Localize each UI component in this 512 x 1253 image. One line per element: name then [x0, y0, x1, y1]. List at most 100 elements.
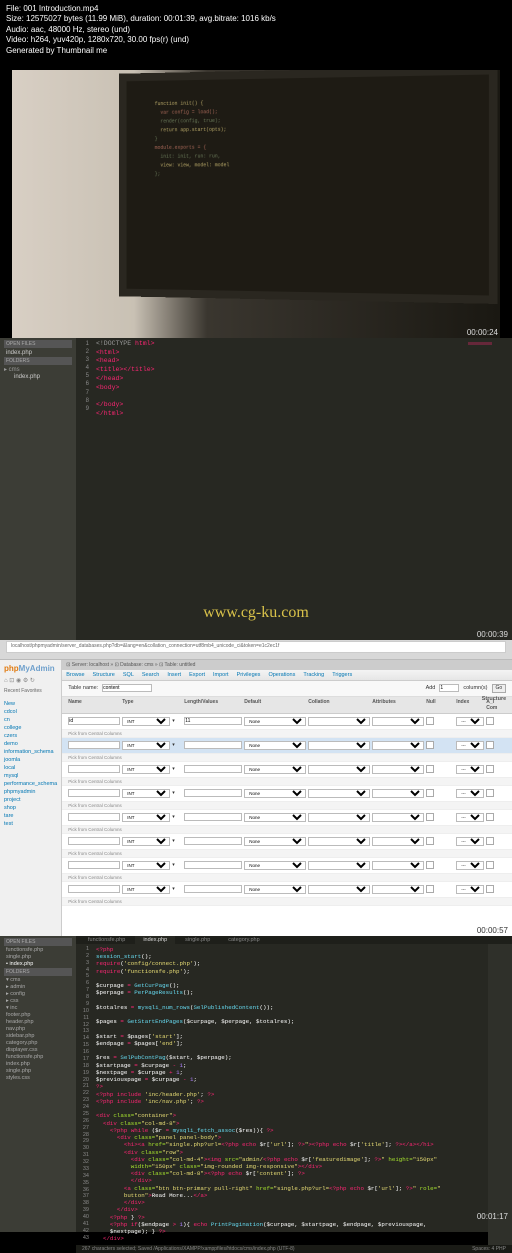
- folders-section: FOLDERS: [4, 357, 72, 365]
- breadcrumb[interactable]: ⊡ Server: localhost » ⊡ Database: cms » …: [62, 660, 512, 670]
- file-item[interactable]: styles.css: [4, 1075, 72, 1082]
- audio-line: Audio: aac, 48000 Hz, stereo (und): [6, 25, 506, 35]
- tab-structure[interactable]: Structure: [93, 672, 115, 678]
- tab-privileges[interactable]: Privileges: [237, 672, 261, 678]
- file-item[interactable]: functionsfe.php: [4, 1054, 72, 1061]
- editor-sidebar[interactable]: OPEN FILES functionsfe.php single.php • …: [0, 936, 76, 1232]
- struct-header: Name Type Length/Values Default Collatio…: [62, 697, 512, 714]
- add-label: Add: [426, 685, 436, 691]
- open-file-item[interactable]: index.php: [4, 349, 72, 357]
- file-item[interactable]: sidebar.php: [4, 1033, 72, 1040]
- tab-import[interactable]: Import: [213, 672, 229, 678]
- folder-item[interactable]: ▸ admin: [4, 984, 72, 991]
- tab-browse[interactable]: Browse: [66, 672, 84, 678]
- pma-main: ⊡ Server: localhost » ⊡ Database: cms » …: [62, 660, 512, 936]
- db-item[interactable]: tare: [4, 812, 57, 820]
- file-item[interactable]: index.php: [4, 1061, 72, 1068]
- open-file-item[interactable]: single.php: [4, 954, 72, 961]
- blurred-code: function init() { var config = load(); r…: [127, 74, 489, 199]
- tab-sql[interactable]: SQL: [123, 672, 134, 678]
- col-attr-select[interactable]: [372, 717, 424, 726]
- db-item[interactable]: shop: [4, 804, 57, 812]
- db-item[interactable]: local: [4, 764, 57, 772]
- code-area[interactable]: <?php session_start(); require('config/c…: [92, 944, 488, 1245]
- tab-item[interactable]: index.php: [135, 936, 175, 944]
- col-len-input[interactable]: [184, 717, 242, 725]
- null-checkbox[interactable]: [426, 717, 434, 725]
- table-row: INT▾ None ---: [62, 882, 512, 898]
- table-row: INT ▾ None ---: [62, 714, 512, 730]
- db-item[interactable]: college: [4, 724, 57, 732]
- editor-sidebar[interactable]: OPEN FILES index.php FOLDERS ▸ cms index…: [0, 338, 76, 640]
- col-default-select[interactable]: None: [244, 717, 306, 726]
- db-item[interactable]: test: [4, 820, 57, 828]
- db-tree[interactable]: New cdcol cn college czers demo informat…: [4, 700, 57, 828]
- pma-logo: phpMyAdmin: [4, 664, 57, 673]
- file-item[interactable]: footer.php: [4, 1012, 72, 1019]
- minimap[interactable]: [488, 944, 512, 1245]
- url-bar[interactable]: localhost/phpmyadmin/server_databases.ph…: [6, 641, 506, 653]
- folder-item[interactable]: ▾ inc: [4, 1005, 72, 1012]
- project-folder[interactable]: ▾ cms: [4, 977, 72, 984]
- db-item[interactable]: cdcol: [4, 708, 57, 716]
- folder-item[interactable]: ▸ css: [4, 998, 72, 1005]
- col-index-select[interactable]: ---: [456, 717, 484, 726]
- open-file-item[interactable]: • index.php: [4, 961, 72, 968]
- video-line: Video: h264, yuv420p, 1280x720, 30.00 fp…: [6, 35, 506, 45]
- pick-central[interactable]: Pick from Central Columns: [62, 754, 512, 762]
- db-item[interactable]: information_schema: [4, 748, 57, 756]
- editor-tabs[interactable]: functionsfe.php index.php single.php cat…: [76, 936, 512, 944]
- db-item[interactable]: czers: [4, 732, 57, 740]
- folder-item[interactable]: ▸ config: [4, 991, 72, 998]
- project-folder[interactable]: ▸ cms: [4, 366, 72, 373]
- file-item[interactable]: displayer.css: [4, 1047, 72, 1054]
- tab-tracking[interactable]: Tracking: [303, 672, 324, 678]
- pma-tabs[interactable]: Browse Structure SQL Search Insert Expor…: [62, 670, 512, 681]
- tab-insert[interactable]: Insert: [167, 672, 181, 678]
- db-item[interactable]: demo: [4, 740, 57, 748]
- tab-triggers[interactable]: Triggers: [332, 672, 352, 678]
- db-item[interactable]: project: [4, 796, 57, 804]
- open-file-item[interactable]: functionsfe.php: [4, 947, 72, 954]
- db-item[interactable]: New: [4, 700, 57, 708]
- code-area[interactable]: <!DOCTYPE html> <html> <head> <title></t…: [92, 338, 512, 640]
- add-count-input[interactable]: [439, 684, 459, 692]
- tab-item[interactable]: category.php: [220, 936, 267, 944]
- col-collation-select[interactable]: [308, 717, 370, 726]
- go-button[interactable]: Go: [492, 684, 507, 693]
- col-name-input[interactable]: [68, 741, 120, 749]
- gen-line: Generated by Thumbnail me: [6, 46, 506, 56]
- file-item[interactable]: header.php: [4, 1019, 72, 1026]
- file-item[interactable]: index.php: [4, 373, 72, 381]
- thumbnail-1: function init() { var config = load(); r…: [12, 70, 500, 338]
- table-row: INT▾ None ---: [62, 762, 512, 778]
- db-item[interactable]: performance_schema: [4, 780, 57, 788]
- col-default-select[interactable]: None: [244, 741, 306, 750]
- db-item[interactable]: phpmyadmin: [4, 788, 57, 796]
- db-item[interactable]: cn: [4, 716, 57, 724]
- tab-item[interactable]: functionsfe.php: [80, 936, 133, 944]
- tab-item[interactable]: single.php: [177, 936, 218, 944]
- ai-checkbox[interactable]: [486, 717, 494, 725]
- pma-sidebar[interactable]: phpMyAdmin ⌂ ⊡ ◉ ⚙ ↻ Recent Favorites Ne…: [0, 660, 62, 936]
- file-item[interactable]: nav.php: [4, 1026, 72, 1033]
- file-item[interactable]: category.php: [4, 1040, 72, 1047]
- file-item[interactable]: single.php: [4, 1068, 72, 1075]
- db-item[interactable]: mysql: [4, 772, 57, 780]
- col-len-input[interactable]: [184, 741, 242, 749]
- line-gutter: 1 2 3 4 5 6 7 8 9: [76, 338, 92, 640]
- pick-central[interactable]: Pick from Central Columns: [62, 730, 512, 738]
- status-left: 267 characters selected; Saved /Applicat…: [82, 1246, 295, 1252]
- tab-search[interactable]: Search: [142, 672, 159, 678]
- minimap[interactable]: [468, 342, 492, 352]
- col-name-input[interactable]: [68, 717, 120, 725]
- col-type-select[interactable]: INT: [122, 717, 170, 726]
- structure-label: Structure: [482, 696, 506, 702]
- col-type-select[interactable]: INT: [122, 741, 170, 750]
- db-item[interactable]: joomla: [4, 756, 57, 764]
- pma-icon-row[interactable]: ⌂ ⊡ ◉ ⚙ ↻: [4, 677, 57, 684]
- tab-export[interactable]: Export: [189, 672, 205, 678]
- table-name-input[interactable]: [102, 684, 152, 692]
- side-tabs[interactable]: Recent Favorites: [4, 688, 57, 694]
- tab-operations[interactable]: Operations: [268, 672, 295, 678]
